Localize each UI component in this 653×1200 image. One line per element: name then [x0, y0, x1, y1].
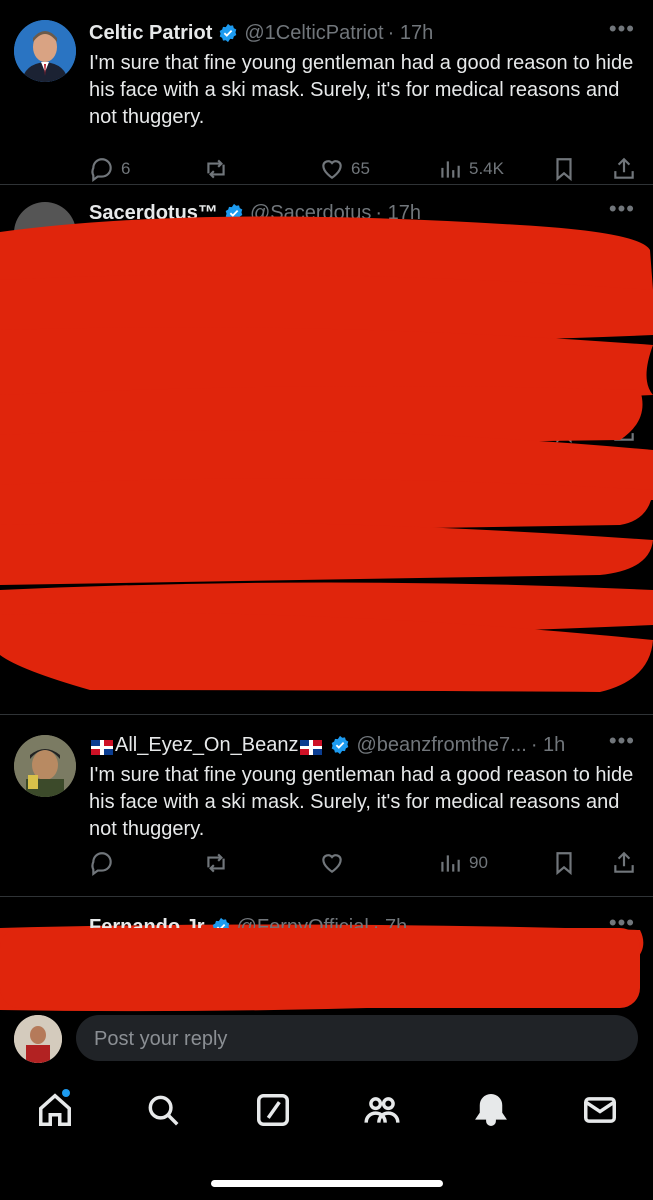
repost-button[interactable] [203, 156, 229, 182]
share-icon [614, 157, 634, 179]
divider [0, 896, 653, 897]
tweet-header: Celtic Patriot @1CelticPatriot · 17h [89, 18, 653, 48]
share-button[interactable] [611, 418, 637, 444]
reply-icon [91, 158, 112, 182]
like-count: 65 [351, 159, 370, 178]
bookmark-icon [556, 158, 572, 182]
more-options-icon[interactable]: ••• [609, 355, 635, 381]
share-button[interactable] [611, 156, 637, 182]
repost-button[interactable] [203, 850, 229, 876]
reply-icon [91, 852, 112, 876]
handle[interactable]: @1CelticPatriot [244, 22, 383, 45]
display-name[interactable]: All_Eyez_On_Beanz [115, 734, 298, 757]
nav-search[interactable] [144, 1091, 184, 1131]
more-options-icon[interactable]: ••• [609, 16, 635, 42]
heart-icon [322, 854, 342, 873]
views-button[interactable]: 5.4K [437, 156, 504, 182]
my-avatar[interactable] [14, 1015, 62, 1063]
view-count: 675 [469, 421, 498, 440]
divider [0, 714, 653, 715]
bookmark-icon [556, 852, 572, 876]
tweet-text: I'm sure that fine young gentleman had a… [89, 764, 634, 840]
tweet-text: I'm sure that fine young gentleman had a… [89, 52, 634, 128]
verified-badge-icon [220, 23, 237, 43]
views-button[interactable]: 675 [437, 418, 497, 444]
reply-button[interactable] [89, 850, 115, 876]
bookmark-button[interactable] [551, 156, 577, 182]
communities-icon [364, 1097, 400, 1123]
repost-icon [207, 159, 225, 179]
tweet-fernando-jr[interactable]: Fernando Jr @FernyOfficial · 7h ••• [0, 910, 653, 930]
heart-icon [322, 160, 342, 179]
tweet-all-eyez-on-beanz[interactable]: All_Eyez_On_Beanz @beanzfromthe7... · 1h… [0, 728, 653, 895]
tweet-sacerdotus[interactable]: Sacerdotus™ @Sacerdotus · 17h ••• [0, 196, 653, 338]
home-indicator [211, 1180, 443, 1187]
view-count: 90 [469, 853, 488, 872]
nav-home[interactable] [36, 1089, 76, 1131]
nav-communities[interactable] [363, 1091, 403, 1131]
share-icon [614, 419, 634, 441]
avatar-all-eyez-on-beanz[interactable] [14, 735, 76, 797]
tweet-header: All_Eyez_On_Beanz @beanzfromthe7... · 1h [89, 730, 653, 760]
timestamp[interactable]: · 17h [388, 22, 434, 45]
bookmark-icon [556, 420, 572, 444]
reply-bar [0, 1010, 653, 1070]
tweet-celtic-patriot[interactable]: Celtic Patriot @1CelticPatriot · 17h •••… [0, 16, 653, 184]
bottom-nav [0, 1085, 653, 1140]
repost-icon [207, 853, 225, 873]
display-name[interactable]: Celtic Patriot [89, 22, 212, 45]
share-button[interactable] [611, 850, 637, 876]
tweet-actions: 90 [89, 850, 637, 878]
timestamp[interactable]: · 1h [531, 734, 565, 757]
more-options-icon[interactable]: ••• [609, 196, 635, 222]
like-button[interactable]: 65 [319, 156, 370, 182]
more-options-icon[interactable]: ••• [609, 728, 635, 754]
verified-badge-icon [332, 735, 349, 755]
nav-notifications[interactable] [472, 1091, 512, 1131]
handle[interactable]: @beanzfromthe7... [356, 734, 526, 757]
reply-count: 6 [121, 159, 131, 178]
avatar-celtic-patriot[interactable] [14, 20, 76, 82]
redaction-stroke [0, 928, 640, 1008]
reply-field[interactable] [76, 1015, 638, 1063]
dominican-flag-icon [300, 738, 323, 755]
views-button[interactable]: 90 [437, 850, 488, 876]
dominican-flag-icon [91, 738, 113, 755]
reply-button[interactable]: 6 [89, 156, 130, 182]
notifications-icon [475, 1094, 507, 1126]
nav-messages[interactable] [581, 1091, 621, 1131]
tweet-header: Sacerdotus™ @Sacerdotus · 17h [89, 198, 653, 228]
display-name[interactable]: Sacerdotus™ [89, 202, 218, 225]
verified-badge-icon [225, 203, 243, 223]
nav-compose[interactable] [254, 1091, 294, 1131]
avatar-sacerdotus[interactable] [14, 202, 76, 264]
search-icon [148, 1095, 179, 1126]
bookmark-button[interactable] [551, 418, 577, 444]
views-icon [441, 161, 460, 178]
reply-input[interactable] [76, 1015, 596, 1063]
views-icon [441, 855, 460, 872]
more-options-icon[interactable]: ••• [609, 910, 635, 930]
compose-icon [257, 1094, 289, 1126]
home-icon [39, 1093, 71, 1126]
share-icon [614, 851, 634, 873]
notification-dot [62, 1089, 70, 1097]
handle[interactable]: @Sacerdotus [250, 202, 371, 225]
like-button[interactable] [319, 850, 345, 876]
timestamp[interactable]: · 17h [375, 202, 421, 225]
bookmark-button[interactable] [551, 850, 577, 876]
messages-icon [584, 1097, 616, 1123]
view-count: 5.4K [469, 159, 504, 178]
divider [0, 184, 653, 185]
views-icon [441, 423, 460, 440]
tweet-actions: 6 65 5.4K [89, 156, 637, 184]
